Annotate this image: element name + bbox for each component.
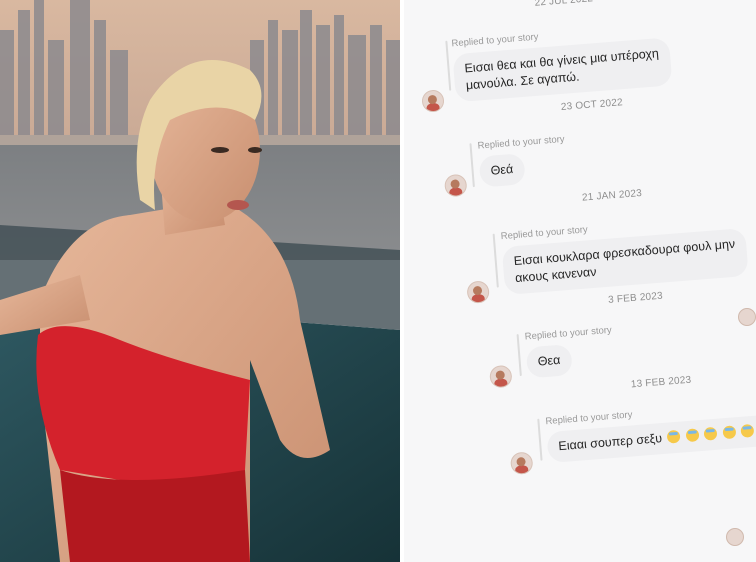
astonished-face-emoji-icon [685,428,700,443]
replied-label: Replied to your story [500,224,589,243]
avatar-icon[interactable] [489,364,513,389]
date-separator: 13 FEB 2023 [630,374,692,391]
reply-line [492,233,499,288]
message-bubble: Εισαι θεα και θα γίνεις μια υπέροχη μανο… [452,37,673,103]
avatar-icon[interactable] [509,451,534,476]
message-line: Θεα [537,352,561,369]
reply-line [445,40,452,91]
reply-line [537,418,543,461]
date-separator: 23 OCT 2022 [560,97,624,114]
astonished-face-emoji-icon [740,423,755,438]
replied-label: Replied to your story [477,133,565,152]
reply-line [516,334,522,377]
replied-label: Replied to your story [545,409,633,428]
astonished-face-emoji-icon [722,425,737,440]
message-thread: 22 JUL 2022 Replied to your story Εισαι … [404,0,756,560]
message-bubble: Θεά [478,153,526,188]
date-separator: 21 JAN 2023 [581,187,643,204]
story-photo [0,0,400,562]
replied-label: Replied to your story [524,324,613,343]
avatar-icon[interactable] [726,528,744,546]
avatar-icon[interactable] [466,280,490,304]
avatar-icon[interactable] [443,173,468,198]
message-bubble: Θεα [525,344,573,379]
astonished-face-emoji-icon [703,426,718,441]
date-separator: 3 FEB 2023 [607,290,664,306]
reply-line [469,143,475,188]
message-line: Θεά [490,161,514,178]
message-line: Ειααι σουπερ σεξυ [557,431,663,454]
replied-label: Replied to your story [451,31,539,50]
chat-screenshot: 22 JUL 2022 Replied to your story Εισαι … [404,0,756,562]
avatar-icon[interactable] [738,308,756,326]
date-separator: 22 JUL 2022 [534,0,594,9]
astonished-face-emoji-icon [666,429,681,444]
avatar-icon[interactable] [421,89,445,113]
